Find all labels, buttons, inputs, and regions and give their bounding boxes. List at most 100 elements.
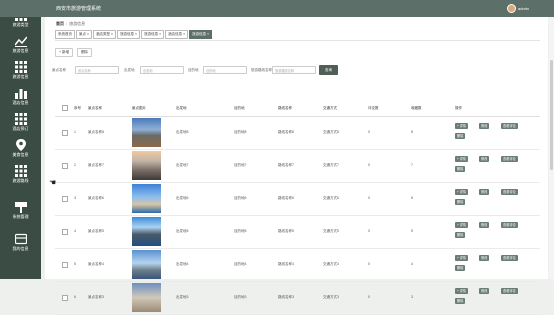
table-cell-to: 目的地3 (234, 295, 247, 299)
table-cell-comments: 0 (368, 229, 370, 233)
tab-hotel-info[interactable]: 酒店信息 × (165, 30, 189, 39)
sidebar-item-label: 旅游信息 (12, 74, 29, 79)
search-input-from[interactable]: 出发地 (140, 66, 184, 74)
view-comments-button[interactable]: 查看评论 (501, 123, 518, 129)
sidebar-item-label: 酒店预订 (12, 126, 29, 131)
sidebar-item-label: 旅游信息 (12, 48, 29, 53)
row-delete-button[interactable]: 删除 (455, 133, 466, 139)
edit-button[interactable]: 修改 (479, 255, 490, 261)
sidebar-item-hotel-booking[interactable]: 酒店预订 (0, 110, 41, 136)
table-cell-to: 目的地7 (234, 163, 247, 167)
view-comments-button[interactable]: 查看评论 (501, 156, 518, 162)
add-button[interactable]: + 新增 (55, 48, 74, 57)
scenic-photo (132, 217, 161, 246)
delete-button[interactable]: 删除 (77, 48, 92, 57)
table-cell-transport: 交通方式4 (323, 262, 339, 266)
table-row: 5 景点名称4 出发地4 目的地4 路线名称4 交通方式4 0 4 + 详情 修改 查看评论 删除 (55, 248, 540, 282)
table-header: 序号 景点名称 景点图片 出发地 目的地 路线名称 交通方式 评论数 收藏数 操… (55, 99, 540, 117)
edit-button[interactable]: 修改 (479, 288, 490, 294)
table-cell-comments: 0 (368, 163, 370, 167)
column-header: 出发地 (176, 106, 187, 110)
detail-button[interactable]: + 详情 (455, 156, 469, 162)
tab-travel-info-a[interactable]: 旅游信息 × (117, 30, 141, 39)
table-cell-transport: 交通方式6 (323, 196, 339, 200)
mouse-cursor: ☚ (49, 178, 57, 187)
query-button[interactable]: 查询 (319, 65, 338, 75)
detail-button[interactable]: + 详情 (455, 189, 469, 195)
scenic-photo (132, 250, 161, 279)
row-checkbox[interactable] (62, 295, 68, 301)
table-cell-route: 路线名称3 (278, 295, 294, 299)
table-cell-name: 景点名称6 (88, 196, 104, 200)
detail-button[interactable]: + 详情 (455, 222, 469, 228)
row-checkbox[interactable] (62, 196, 68, 202)
sidebar-item-travel-info[interactable]: 旅游信息 (0, 32, 41, 58)
tab-hotel-type[interactable]: 酒店类型 × (93, 30, 117, 39)
search-label-to: 目的地 (188, 68, 199, 72)
tab-travel-info-b[interactable]: 旅游信息 × (141, 30, 165, 39)
column-header: 收藏数 (411, 106, 422, 110)
sidebar-item-travel-info-2[interactable]: 旅游信息 (0, 58, 41, 84)
row-checkbox[interactable] (62, 262, 68, 268)
pen-icon (14, 202, 27, 213)
tab-scenic[interactable]: 景点 × (76, 30, 93, 39)
edit-button[interactable]: 修改 (479, 189, 490, 195)
sidebar-item-travel-route[interactable]: 旅游路线 (0, 162, 41, 188)
breadcrumb-current: 旅游信息 (69, 21, 86, 26)
search-input-to[interactable]: 目的地 (203, 66, 247, 74)
table-cell-from: 出发地7 (176, 163, 189, 167)
tab-travel-info-active[interactable]: 旅游信息 × (189, 30, 213, 39)
row-delete-button[interactable]: 删除 (455, 199, 466, 205)
table-row: 2 景点名称7 出发地7 目的地7 路线名称7 交通方式7 0 7 + 详情 修改 查看评论 删除 (55, 149, 540, 183)
breadcrumb-separator: / (66, 21, 68, 26)
table-cell-route: 路线名称6 (278, 196, 294, 200)
detail-button[interactable]: + 详情 (455, 288, 469, 294)
sidebar-item-food-info[interactable]: 美食信息 (0, 136, 41, 162)
table-row: 4 景点名称5 出发地5 目的地5 路线名称5 交通方式5 0 5 + 详情 修改 查看评论 删除 (55, 215, 540, 249)
column-header: 景点名称 (88, 106, 102, 110)
row-delete-button[interactable]: 删除 (455, 166, 466, 172)
row-checkbox[interactable] (62, 229, 68, 235)
sidebar-item-label: 美食信息 (12, 152, 29, 157)
table-cell-comments: 0 (368, 196, 370, 200)
view-comments-button[interactable]: 查看评论 (501, 255, 518, 261)
scrollbar-thumb[interactable] (550, 60, 553, 170)
edit-button[interactable]: 修改 (479, 222, 490, 228)
sidebar-item-label: 旅游路线 (12, 178, 29, 183)
row-delete-button[interactable]: 删除 (455, 298, 466, 304)
avatar[interactable] (507, 4, 516, 13)
detail-button[interactable]: + 详情 (455, 123, 469, 129)
column-header: 交通方式 (323, 106, 337, 110)
sidebar-item-my-info[interactable]: 我的信息 (0, 230, 41, 256)
column-header: 路线名称 (278, 106, 292, 110)
row-delete-button[interactable]: 删除 (455, 265, 466, 271)
sidebar-item-label: 旅游类型 (12, 22, 29, 27)
row-checkbox[interactable] (62, 163, 68, 169)
edit-button[interactable]: 修改 (479, 123, 490, 129)
table-cell-route: 路线名称8 (278, 130, 294, 134)
detail-button[interactable]: + 详情 (455, 255, 469, 261)
username[interactable]: admin (518, 6, 529, 11)
table-cell-favorites: 3 (411, 295, 413, 299)
select-all-checkbox[interactable] (62, 105, 68, 111)
view-comments-button[interactable]: 查看评论 (501, 288, 518, 294)
table-cell-name: 景点名称4 (88, 262, 104, 266)
table-cell-no: 2 (74, 163, 76, 167)
row-checkbox[interactable] (62, 130, 68, 136)
table-cell-route: 路线名称7 (278, 163, 294, 167)
search-input-route[interactable]: 旅游路线名称 (272, 66, 316, 74)
table-cell-name: 景点名称3 (88, 295, 104, 299)
breadcrumb-home[interactable]: 首页 (56, 21, 64, 26)
tab-home[interactable]: 系统首页 (55, 30, 75, 39)
table-row: 6 景点名称3 出发地3 目的地3 路线名称3 交通方式3 0 3 + 详情 修改 查看评论 删除 (55, 281, 540, 315)
sidebar-item-label: 系统管理 (12, 214, 29, 219)
search-label-from: 出发地 (124, 68, 135, 72)
view-comments-button[interactable]: 查看评论 (501, 189, 518, 195)
view-comments-button[interactable]: 查看评论 (501, 222, 518, 228)
search-input-name[interactable]: 景点名称 (75, 66, 119, 74)
table-cell-favorites: 5 (411, 229, 413, 233)
sidebar-item-hotel-info[interactable]: 酒店信息 (0, 84, 41, 110)
sidebar-item-system[interactable]: 系统管理 (0, 198, 41, 224)
edit-button[interactable]: 修改 (479, 156, 490, 162)
row-delete-button[interactable]: 删除 (455, 232, 466, 238)
